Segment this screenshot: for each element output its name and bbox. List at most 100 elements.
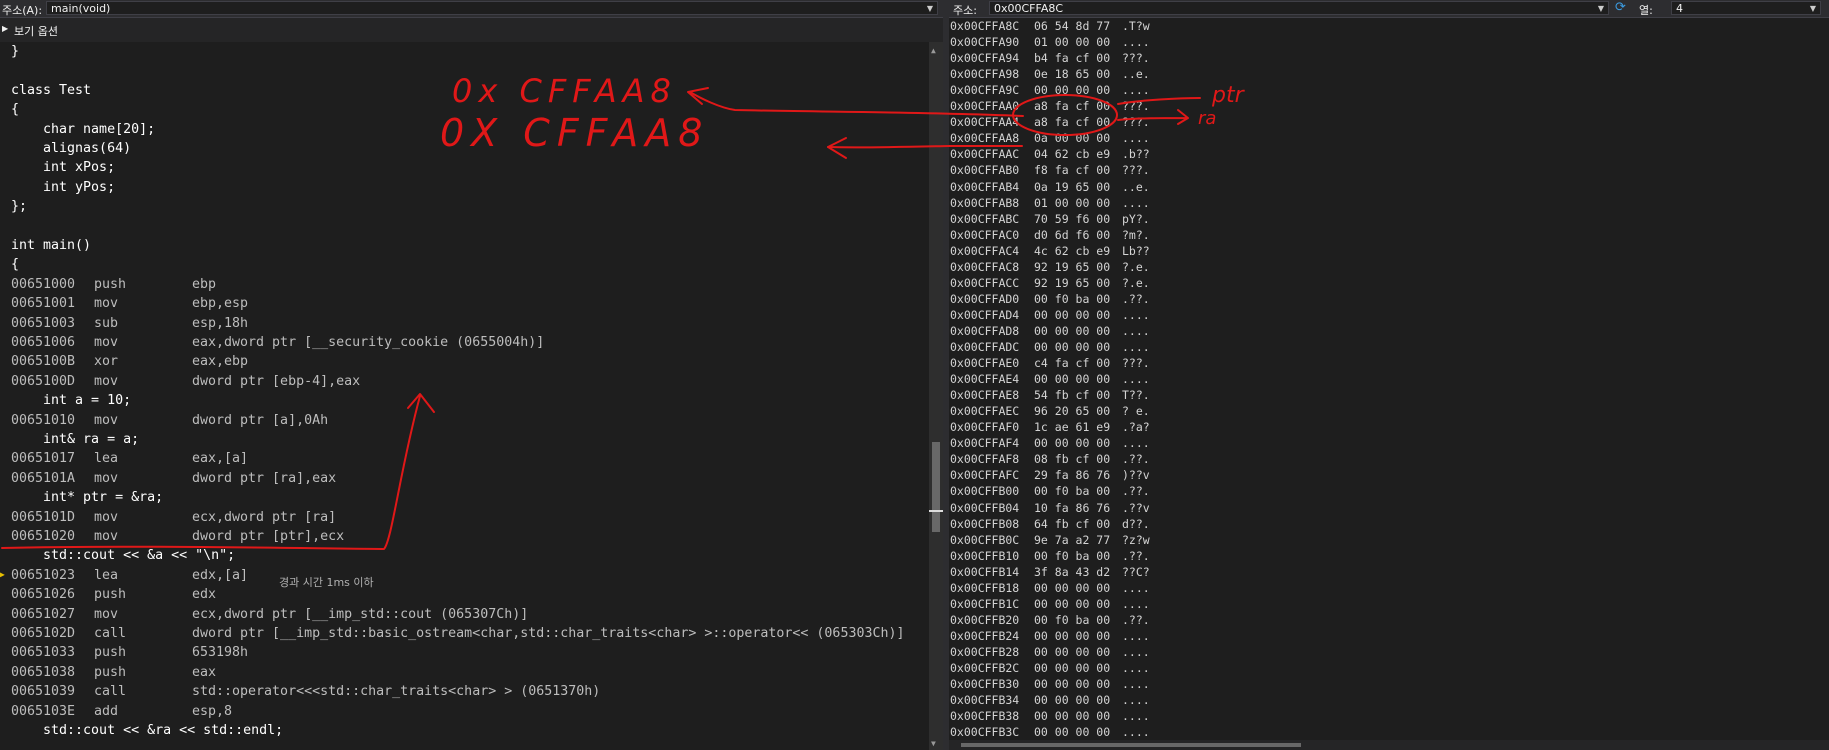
scroll-down-icon[interactable]: ▼ — [931, 739, 936, 748]
scroll-thumb[interactable] — [932, 442, 940, 532]
asm-line[interactable]: 0065103E add esp,8 — [11, 702, 232, 721]
memory-row[interactable]: 0x00CFFB08 64 fb cf 00 d??. — [950, 516, 1150, 532]
chevron-down-icon[interactable]: ▼ — [1598, 2, 1604, 16]
expand-caret-icon[interactable]: ▶ — [2, 24, 8, 33]
memory-row[interactable]: 0x00CFFB18 00 00 00 00.... — [950, 580, 1150, 596]
source-line[interactable]: }; — [11, 197, 27, 216]
scroll-up-icon[interactable]: ▲ — [931, 46, 936, 55]
memory-row[interactable]: 0x00CFFAB4 0a 19 65 00 ..e. — [950, 179, 1150, 195]
memory-row[interactable]: 0x00CFFB1C 00 00 00 00.... — [950, 596, 1150, 612]
asm-line[interactable]: 00651001 mov ebp,esp — [11, 294, 248, 313]
memory-row[interactable]: 0x00CFFADC 00 00 00 00.... — [950, 339, 1150, 355]
memory-row[interactable]: 0x00CFFAE0 c4 fa cf 00???. — [950, 355, 1150, 371]
memory-row[interactable]: 0x00CFFB30 00 00 00 00.... — [950, 676, 1150, 692]
memory-row[interactable]: 0x00CFFB3C 00 00 00 00.... — [950, 724, 1150, 740]
memory-row[interactable]: 0x00CFFAF4 00 00 00 00.... — [950, 435, 1150, 451]
asm-line[interactable]: 00651006 mov eax,dword ptr [__security_coo… — [11, 333, 544, 352]
memory-row[interactable]: 0x00CFFB00 00 f0 ba 00.??. — [950, 483, 1150, 499]
asm-line[interactable]: 00651027 mov ecx,dword ptr [__imp_std::cou… — [11, 605, 528, 624]
memory-row[interactable]: 0x00CFFB04 10 fa 86 76 .??v — [950, 500, 1150, 516]
view-options-toggle[interactable]: 보기 옵션 — [14, 23, 58, 39]
memory-row[interactable]: 0x00CFFAA8 0a 00 00 00.... — [950, 130, 1150, 146]
memory-row[interactable]: 0x00CFFB10 00 f0 ba 00.??. — [950, 548, 1150, 564]
memory-row[interactable]: 0x00CFFAE4 00 00 00 00.... — [950, 371, 1150, 387]
chevron-down-icon[interactable]: ▼ — [1810, 2, 1816, 16]
asm-line[interactable]: 00651023 lea edx,[a] — [11, 566, 248, 585]
memory-row[interactable]: 0x00CFFB2C 00 00 00 00.... — [950, 660, 1150, 676]
asm-line[interactable]: 00651003 sub esp,18h — [11, 314, 248, 333]
memory-row[interactable]: 0x00CFFAAC 04 62 cb e9 .b?? — [950, 146, 1150, 162]
source-line[interactable]: } — [11, 42, 19, 61]
source-line[interactable]: int a = 10; — [11, 391, 131, 410]
source-line[interactable]: char name[20]; — [11, 120, 155, 139]
memory-row[interactable]: 0x00CFFAF0 1c ae 61 e9 .?a? — [950, 419, 1150, 435]
asm-line[interactable]: 00651039 call std::operator<<<std::char_tr… — [11, 682, 600, 701]
address-combo[interactable]: main(void) ▼ — [46, 1, 938, 15]
memory-row[interactable]: 0x00CFFA94 b4 fa cf 00???. — [950, 50, 1150, 66]
asm-mnemonic: lea — [94, 567, 119, 583]
memory-row[interactable]: 0x00CFFAC8 92 19 65 00 ?.e. — [950, 259, 1150, 275]
memory-row[interactable]: 0x00CFFB0C 9e 7a a2 77 ?z?w — [950, 532, 1150, 548]
source-line[interactable]: std::cout << &a << "\n"; — [11, 546, 235, 565]
asm-line[interactable]: 00651038 push eax — [11, 663, 216, 682]
memory-row[interactable]: 0x00CFFAD0 00 f0 ba 00.??. — [950, 291, 1150, 307]
memory-row[interactable]: 0x00CFFAD8 00 00 00 00.... — [950, 323, 1150, 339]
memory-row[interactable]: 0x00CFFB20 00 f0 ba 00.??. — [950, 612, 1150, 628]
source-line[interactable]: { — [11, 255, 19, 274]
memory-row[interactable]: 0x00CFFB38 00 00 00 00.... — [950, 708, 1150, 724]
asm-line[interactable]: 00651000 push ebp — [11, 275, 216, 294]
asm-line[interactable]: 00651020 mov dword ptr [ptr],ecx — [11, 527, 344, 546]
chevron-down-icon[interactable]: ▼ — [927, 2, 933, 16]
vertical-scrollbar[interactable]: ▲ ▼ — [929, 42, 943, 750]
source-line[interactable]: int yPos; — [11, 178, 115, 197]
memory-row[interactable]: 0x00CFFAA4 a8 fa cf 00???. — [950, 114, 1150, 130]
memory-row[interactable]: 0x00CFFA9C 00 00 00 00.... — [950, 82, 1150, 98]
memory-row[interactable]: 0x00CFFAE8 54 fb cf 00 T??. — [950, 387, 1150, 403]
memory-ascii: .... — [1122, 693, 1150, 708]
memory-row[interactable]: 0x00CFFA98 0e 18 65 00 ..e. — [950, 66, 1150, 82]
memory-row[interactable]: 0x00CFFA8C 06 54 8d 77 .T?w — [950, 18, 1150, 34]
source-line[interactable]: int xPos; — [11, 158, 115, 177]
memory-grid[interactable]: 0x00CFFA8C 06 54 8d 77 .T?w 0x00CFFA90 01 00… — [949, 18, 1829, 740]
asm-line[interactable]: 00651010 mov dword ptr [a],0Ah — [11, 411, 328, 430]
memory-row[interactable]: 0x00CFFB14 3f 8a 43 d2 ??C? — [950, 564, 1150, 580]
memory-row[interactable]: 0x00CFFB28 00 00 00 00.... — [950, 644, 1150, 660]
asm-line[interactable]: 0065100D mov dword ptr [ebp-4],eax — [11, 372, 360, 391]
source-line[interactable]: int main() — [11, 236, 91, 255]
memory-row[interactable]: 0x00CFFABC 70 59 f6 00 pY?. — [950, 211, 1150, 227]
memory-row[interactable]: 0x00CFFAB8 01 00 00 00.... — [950, 195, 1150, 211]
source-line[interactable]: class Test — [11, 81, 91, 100]
asm-line[interactable]: 0065101A mov dword ptr [ra],eax — [11, 469, 336, 488]
memory-row[interactable]: 0x00CFFAC4 4c 62 cb e9 Lb?? — [950, 243, 1150, 259]
memory-row[interactable]: 0x00CFFB34 00 00 00 00.... — [950, 692, 1150, 708]
memory-row[interactable]: 0x00CFFACC 92 19 65 00 ?.e. — [950, 275, 1150, 291]
source-line[interactable]: int* ptr = &ra; — [11, 488, 163, 507]
horizontal-scrollbar[interactable] — [949, 740, 1829, 750]
source-line[interactable]: { — [11, 100, 19, 119]
memory-row[interactable]: 0x00CFFAF8 08 fb cf 00.??. — [950, 451, 1150, 467]
memory-row[interactable]: 0x00CFFAC0 d0 6d f6 00 ?m?. — [950, 227, 1150, 243]
memory-ascii: .... — [1122, 372, 1150, 387]
memory-row[interactable]: 0x00CFFA90 01 00 00 00.... — [950, 34, 1150, 50]
asm-line[interactable]: 00651017 lea eax,[a] — [11, 449, 248, 468]
horizontal-scroll-thumb[interactable] — [961, 743, 1301, 747]
memory-address-combo[interactable]: 0x00CFFA8C ▼ — [989, 1, 1609, 15]
memory-row[interactable]: 0x00CFFAEC 96 20 65 00 ? e. — [950, 403, 1150, 419]
memory-row[interactable]: 0x00CFFAB0 f8 fa cf 00???. — [950, 162, 1150, 178]
memory-row[interactable]: 0x00CFFAD4 00 00 00 00.... — [950, 307, 1150, 323]
memory-ascii: .??. — [1122, 612, 1150, 627]
asm-line[interactable]: 00651026 push edx — [11, 585, 216, 604]
memory-row[interactable]: 0x00CFFB24 00 00 00 00.... — [950, 628, 1150, 644]
refresh-icon[interactable]: ⟳ — [1615, 0, 1626, 15]
asm-line[interactable]: 00651033 push 653198h — [11, 643, 248, 662]
memory-row[interactable]: 0x00CFFAFC 29 fa 86 76)??v — [950, 467, 1150, 483]
source-line[interactable]: alignas(64) — [11, 139, 131, 158]
source-line[interactable]: int& ra = a; — [11, 430, 139, 449]
source-line[interactable]: std::cout << &ra << std::endl; — [11, 721, 283, 740]
asm-line[interactable]: 0065100B xor eax,ebp — [11, 352, 248, 371]
columns-combo[interactable]: 4 ▼ — [1671, 1, 1821, 15]
asm-line[interactable]: 0065101D mov ecx,dword ptr [ra] — [11, 508, 336, 527]
disassembly-code[interactable]: } class Test{ char name[20]; alignas(64) … — [0, 42, 929, 750]
memory-row[interactable]: 0x00CFFAA0 a8 fa cf 00???. — [950, 98, 1150, 114]
asm-line[interactable]: 0065102D call dword ptr [__imp_std::basic_… — [11, 624, 904, 643]
